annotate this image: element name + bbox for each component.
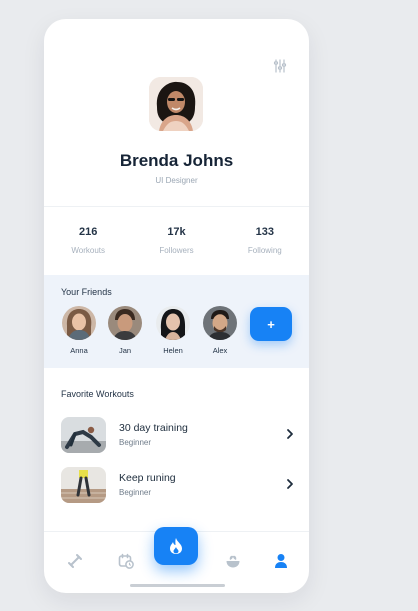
friends-title: Your Friends [61,287,112,297]
friend-helen[interactable]: Helen [153,306,193,355]
friend-name: Anna [70,346,88,355]
chevron-right-icon [287,479,293,489]
workout-thumbnail [61,417,106,453]
friend-name: Alex [212,346,228,355]
workout-item[interactable]: 30 day training Beginner [61,417,295,453]
chevron-right-icon [287,429,293,439]
calendar-clock-icon[interactable] [118,553,134,569]
friend-avatar [203,306,237,340]
profile-photo [149,77,203,131]
divider [44,206,309,207]
profile-avatar[interactable] [149,77,203,131]
friend-avatar [108,306,142,340]
workout-level: Beginner [119,438,152,447]
stat-followers[interactable]: 17k Followers [132,226,220,255]
stat-label: Workouts [71,246,105,255]
dumbbell-icon[interactable] [67,553,83,569]
add-friend-button[interactable]: + [250,307,292,341]
workout-item[interactable]: Keep runing Beginner [61,467,295,503]
stat-value: 216 [78,226,98,238]
filter-icon[interactable] [273,59,287,73]
profile-icon[interactable] [273,553,289,569]
home-indicator [130,584,225,587]
stat-workouts[interactable]: 216 Workouts [44,226,132,255]
friend-name: Helen [163,346,183,355]
flame-icon [170,538,182,554]
profile-role: UI Designer [155,176,198,185]
workout-level: Beginner [119,488,152,497]
bowl-icon[interactable] [225,553,241,569]
workout-title: 30 day training [119,422,188,434]
workout-title: Keep runing [119,472,176,484]
friends-section: Your Friends Anna Jan Helen Alex + [44,275,309,368]
stat-label: Following [247,246,282,255]
profile-name: Brenda Johns [119,151,234,170]
friend-avatar [156,306,190,340]
friend-name: Jan [118,346,132,355]
friend-alex[interactable]: Alex [200,306,240,355]
stat-label: Followers [159,246,194,255]
friend-avatar [62,306,96,340]
favorites-title: Favorite Workouts [61,389,134,399]
stat-following[interactable]: 133 Following [221,226,309,255]
stat-value: 17k [167,226,186,238]
stats-row: 216 Workouts 17k Followers 133 Following [44,226,309,255]
profile-screen: Brenda Johns UI Designer 216 Workouts 17… [44,19,309,593]
friend-jan[interactable]: Jan [105,306,145,355]
workout-thumbnail [61,467,106,503]
workout-fab-button[interactable] [154,527,198,565]
screen: Brenda Johns UI Designer 216 Workouts 17… [0,0,418,611]
stat-value: 133 [255,226,274,238]
friend-anna[interactable]: Anna [59,306,99,355]
